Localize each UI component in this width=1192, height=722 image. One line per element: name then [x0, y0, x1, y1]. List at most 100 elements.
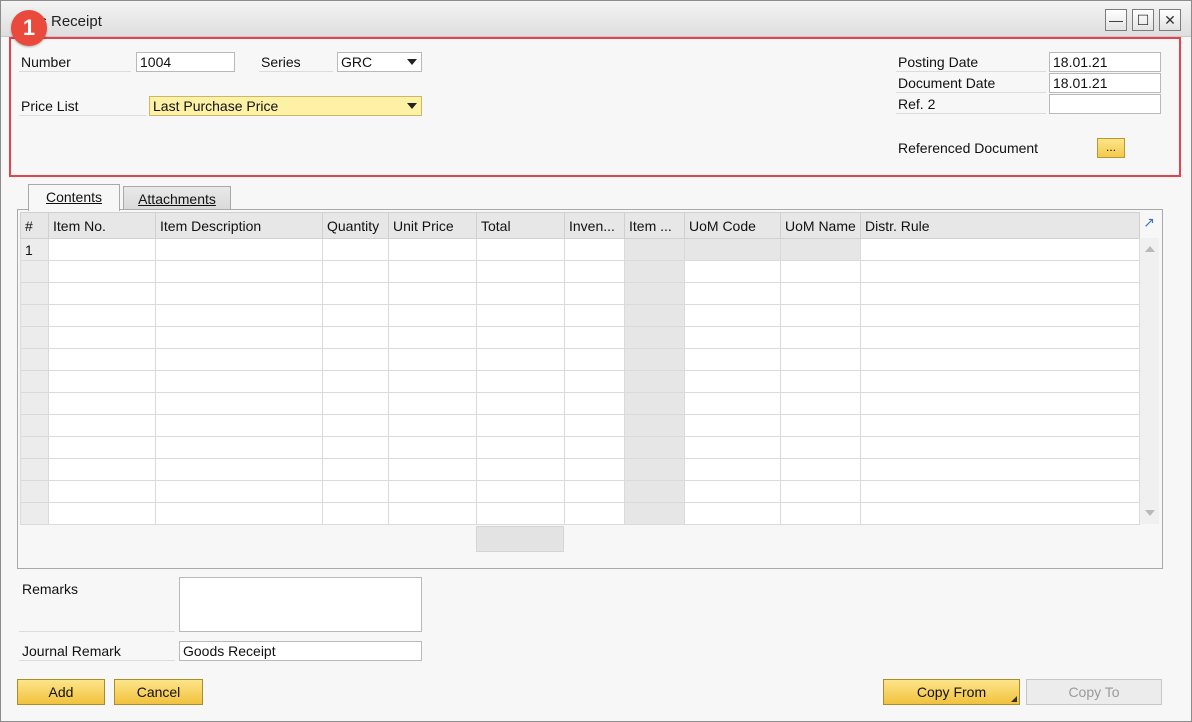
table-cell[interactable]: [476, 370, 565, 393]
column-header[interactable]: Item ...: [624, 212, 685, 239]
table-cell[interactable]: [322, 414, 389, 437]
table-cell[interactable]: [624, 414, 685, 437]
posting-date-field[interactable]: 18.01.21: [1049, 52, 1161, 72]
table-cell[interactable]: [155, 238, 323, 261]
table-cell[interactable]: [684, 282, 781, 305]
referenced-document-button[interactable]: ...: [1097, 138, 1125, 158]
table-cell[interactable]: [564, 282, 625, 305]
table-cell[interactable]: [388, 502, 477, 525]
table-cell[interactable]: [860, 502, 1140, 525]
column-header[interactable]: UoM Name: [780, 212, 861, 239]
table-cell[interactable]: [780, 348, 861, 371]
journal-remark-field[interactable]: Goods Receipt: [179, 641, 422, 661]
table-row[interactable]: 1: [20, 238, 1140, 261]
table-cell[interactable]: [860, 458, 1140, 481]
table-cell[interactable]: [624, 392, 685, 415]
table-cell[interactable]: [322, 458, 389, 481]
table-cell[interactable]: [780, 370, 861, 393]
ref2-field[interactable]: [1049, 94, 1161, 114]
table-cell[interactable]: [48, 392, 156, 415]
copy-from-button[interactable]: Copy From: [883, 679, 1020, 705]
table-cell[interactable]: [48, 326, 156, 349]
table-cell[interactable]: [624, 282, 685, 305]
table-cell[interactable]: [624, 458, 685, 481]
table-cell[interactable]: [684, 392, 781, 415]
table-cell[interactable]: [860, 282, 1140, 305]
table-cell[interactable]: [476, 392, 565, 415]
table-cell[interactable]: [476, 480, 565, 503]
table-cell[interactable]: [476, 502, 565, 525]
table-cell[interactable]: [476, 238, 565, 261]
table-cell[interactable]: [388, 480, 477, 503]
table-cell[interactable]: [780, 480, 861, 503]
table-cell[interactable]: [476, 348, 565, 371]
scroll-down-icon[interactable]: [1145, 510, 1155, 516]
tab-contents[interactable]: Contents: [28, 184, 120, 211]
table-cell[interactable]: [388, 260, 477, 283]
table-cell[interactable]: [860, 436, 1140, 459]
table-cell[interactable]: [155, 392, 323, 415]
column-header[interactable]: #: [20, 212, 49, 239]
table-cell[interactable]: [624, 370, 685, 393]
table-cell[interactable]: [322, 480, 389, 503]
cancel-button[interactable]: Cancel: [114, 679, 203, 705]
table-cell[interactable]: [624, 436, 685, 459]
table-cell[interactable]: [860, 238, 1140, 261]
table-cell[interactable]: [624, 502, 685, 525]
table-cell[interactable]: [780, 414, 861, 437]
column-header[interactable]: Item Description: [155, 212, 323, 239]
table-cell[interactable]: [780, 304, 861, 327]
column-header[interactable]: Unit Price: [388, 212, 477, 239]
table-row[interactable]: [20, 370, 1140, 393]
add-button[interactable]: Add: [17, 679, 105, 705]
table-cell[interactable]: [624, 304, 685, 327]
table-cell[interactable]: [322, 260, 389, 283]
table-cell[interactable]: [388, 458, 477, 481]
table-cell[interactable]: [48, 458, 156, 481]
table-cell[interactable]: [48, 502, 156, 525]
table-cell[interactable]: [322, 392, 389, 415]
table-cell[interactable]: [155, 370, 323, 393]
table-cell[interactable]: [476, 282, 565, 305]
table-cell[interactable]: [48, 370, 156, 393]
maximize-button[interactable]: ☐: [1132, 9, 1154, 31]
table-cell[interactable]: [780, 238, 861, 261]
table-cell[interactable]: [388, 282, 477, 305]
table-cell[interactable]: [684, 238, 781, 261]
table-cell[interactable]: [780, 260, 861, 283]
table-cell[interactable]: [684, 260, 781, 283]
table-cell[interactable]: [476, 458, 565, 481]
table-row[interactable]: [20, 436, 1140, 459]
table-cell[interactable]: [860, 370, 1140, 393]
table-cell[interactable]: [684, 502, 781, 525]
table-cell[interactable]: [860, 304, 1140, 327]
table-cell[interactable]: [684, 458, 781, 481]
scroll-up-icon[interactable]: [1145, 246, 1155, 252]
remarks-textarea[interactable]: [179, 577, 422, 632]
table-cell[interactable]: [684, 304, 781, 327]
table-cell[interactable]: [388, 436, 477, 459]
table-cell[interactable]: [684, 480, 781, 503]
table-cell[interactable]: [780, 458, 861, 481]
table-cell[interactable]: [624, 238, 685, 261]
close-button[interactable]: ✕: [1159, 9, 1181, 31]
column-header[interactable]: Quantity: [322, 212, 389, 239]
table-cell[interactable]: [155, 282, 323, 305]
table-cell[interactable]: [388, 304, 477, 327]
column-header[interactable]: Item No.: [48, 212, 156, 239]
column-header[interactable]: UoM Code: [684, 212, 781, 239]
table-cell[interactable]: [322, 502, 389, 525]
table-cell[interactable]: [388, 370, 477, 393]
table-cell[interactable]: [564, 260, 625, 283]
table-cell[interactable]: [322, 348, 389, 371]
table-cell[interactable]: [322, 326, 389, 349]
table-cell[interactable]: [388, 414, 477, 437]
table-cell[interactable]: [155, 436, 323, 459]
table-cell[interactable]: [155, 326, 323, 349]
table-row[interactable]: [20, 348, 1140, 371]
column-header[interactable]: Inven...: [564, 212, 625, 239]
table-cell[interactable]: [388, 348, 477, 371]
table-cell[interactable]: [155, 458, 323, 481]
table-cell[interactable]: [48, 304, 156, 327]
table-cell[interactable]: [155, 348, 323, 371]
